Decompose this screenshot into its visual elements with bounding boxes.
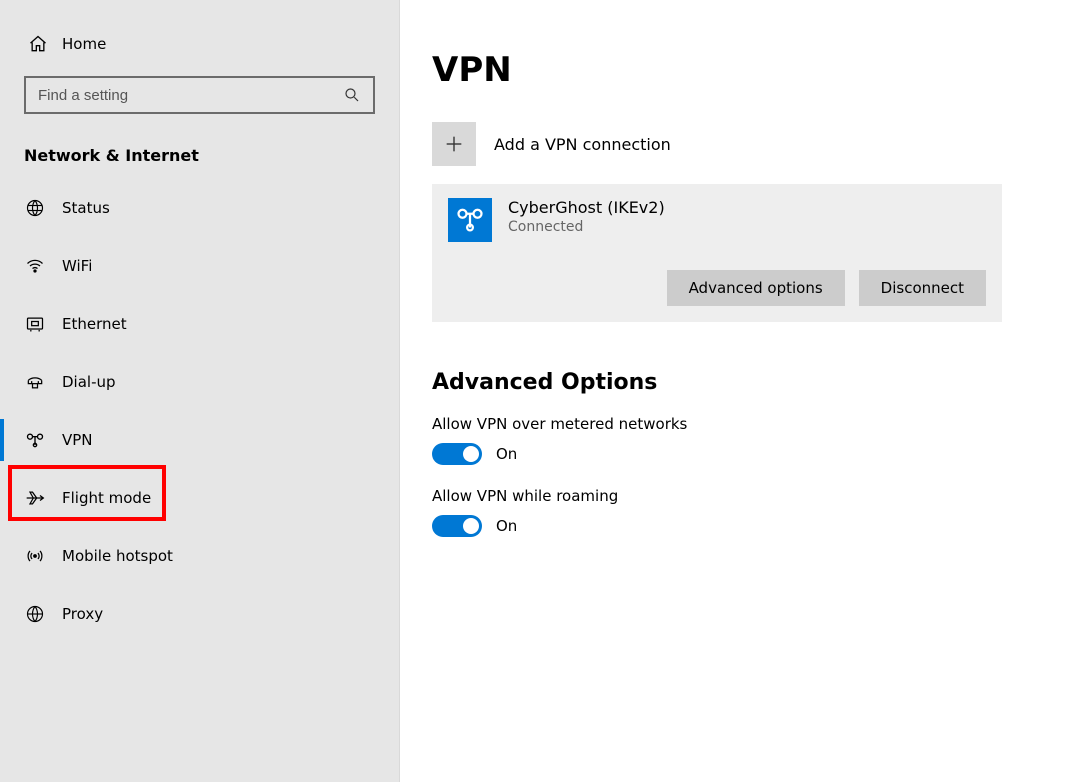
- main-panel: VPN Add a VPN connection CyberGhost: [400, 0, 1078, 782]
- sidebar: Home Network & Internet Status: [0, 0, 400, 782]
- sidebar-home[interactable]: Home: [0, 22, 399, 66]
- plus-icon: [432, 122, 476, 166]
- sidebar-home-label: Home: [62, 35, 106, 53]
- wifi-icon: [24, 255, 46, 277]
- toggle-metered-label: Allow VPN over metered networks: [432, 415, 1028, 433]
- toggle-metered-state: On: [496, 445, 517, 463]
- sidebar-item-label: Mobile hotspot: [62, 547, 173, 565]
- sidebar-category: Network & Internet: [0, 132, 399, 179]
- sidebar-item-vpn[interactable]: VPN: [0, 411, 399, 469]
- proxy-icon: [24, 603, 46, 625]
- sidebar-item-wifi[interactable]: WiFi: [0, 237, 399, 295]
- vpn-connection-icon: [448, 198, 492, 242]
- sidebar-item-ethernet[interactable]: Ethernet: [0, 295, 399, 353]
- ethernet-icon: [24, 313, 46, 335]
- vpn-info: CyberGhost (IKEv2) Connected: [508, 198, 665, 235]
- vpn-status: Connected: [508, 219, 665, 235]
- toggle-metered[interactable]: [432, 443, 482, 465]
- vpn-name: CyberGhost (IKEv2): [508, 198, 665, 217]
- sidebar-item-label: Ethernet: [62, 315, 127, 333]
- advanced-options-heading: Advanced Options: [432, 370, 1028, 395]
- toggle-roaming-block: Allow VPN while roaming On: [432, 487, 1028, 537]
- sidebar-item-label: Dial-up: [62, 373, 116, 391]
- search-box[interactable]: [24, 76, 375, 114]
- toggle-roaming-label: Allow VPN while roaming: [432, 487, 1028, 505]
- sidebar-item-flightmode[interactable]: Flight mode: [0, 469, 399, 527]
- sidebar-item-label: WiFi: [62, 257, 92, 275]
- sidebar-item-status[interactable]: Status: [0, 179, 399, 237]
- home-icon: [24, 34, 52, 54]
- add-vpn-label: Add a VPN connection: [494, 135, 671, 154]
- toggle-roaming[interactable]: [432, 515, 482, 537]
- globe-icon: [24, 197, 46, 219]
- airplane-icon: [24, 487, 46, 509]
- sidebar-item-dialup[interactable]: Dial-up: [0, 353, 399, 411]
- vpn-connection-card[interactable]: CyberGhost (IKEv2) Connected Advanced op…: [432, 184, 1002, 322]
- dialup-icon: [24, 371, 46, 393]
- vpn-icon: [24, 429, 46, 451]
- sidebar-item-label: Flight mode: [62, 489, 151, 507]
- search-icon: [343, 86, 361, 104]
- sidebar-item-label: Status: [62, 199, 110, 217]
- sidebar-item-label: Proxy: [62, 605, 103, 623]
- disconnect-button[interactable]: Disconnect: [859, 270, 986, 306]
- hotspot-icon: [24, 545, 46, 567]
- sidebar-item-proxy[interactable]: Proxy: [0, 585, 399, 643]
- toggle-metered-block: Allow VPN over metered networks On: [432, 415, 1028, 465]
- search-input[interactable]: [38, 87, 343, 104]
- page-title: VPN: [432, 50, 1028, 90]
- advanced-options-button[interactable]: Advanced options: [667, 270, 845, 306]
- toggle-roaming-state: On: [496, 517, 517, 535]
- add-vpn-button[interactable]: Add a VPN connection: [432, 122, 1028, 166]
- sidebar-item-hotspot[interactable]: Mobile hotspot: [0, 527, 399, 585]
- sidebar-item-label: VPN: [62, 431, 93, 449]
